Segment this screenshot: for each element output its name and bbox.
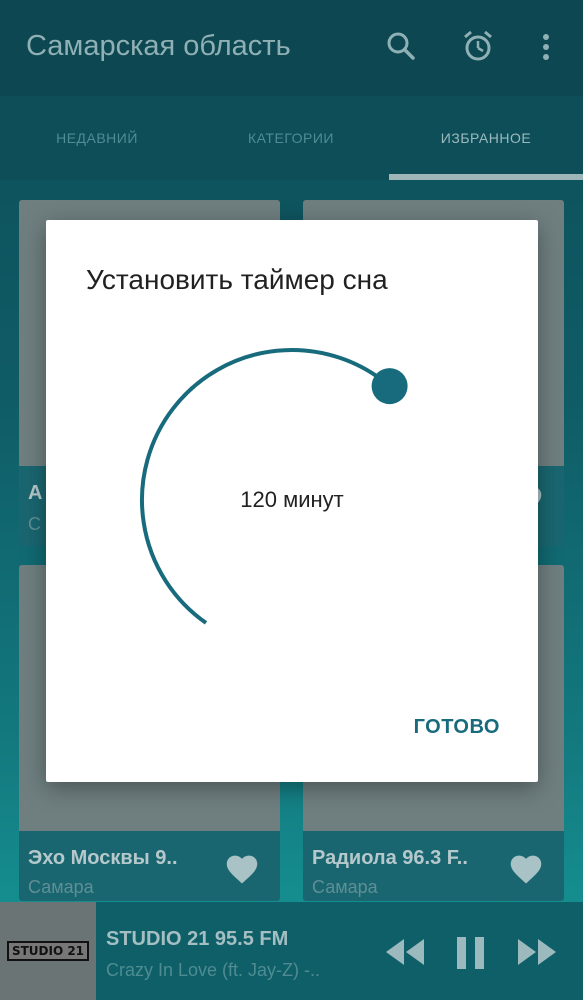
timer-value: 120 минут: [240, 487, 344, 512]
done-button[interactable]: ГОТОВО: [414, 716, 500, 739]
sleep-timer-dialog: Установить таймер сна 120 минут ГОТОВО: [46, 220, 538, 782]
timer-dial-knob[interactable]: [371, 368, 408, 405]
